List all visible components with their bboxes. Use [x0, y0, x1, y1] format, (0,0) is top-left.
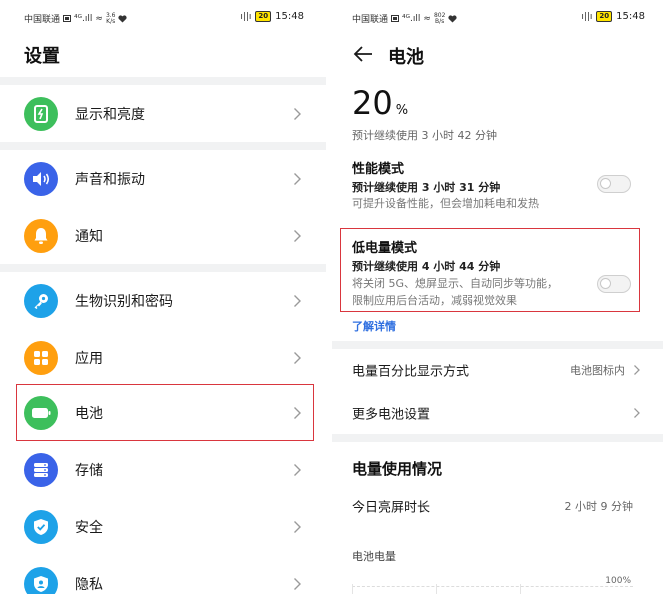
status-bar: 中国联通 ⁴ᴳ.ıll ≈ 802 B/s ı||ı 20 15:48: [332, 0, 663, 34]
network-speed: 3.6 K/s: [105, 11, 116, 25]
remaining-time: 预计继续使用 3 小时 42 分钟: [352, 129, 497, 142]
chevron-right-icon: [294, 172, 301, 185]
toggle-knob: [600, 178, 611, 189]
chart-gridline: [352, 584, 353, 594]
chevron-right-icon: [294, 463, 301, 476]
percentage-display-row[interactable]: 电量百分比显示方式 电池图标内: [332, 348, 663, 392]
percentage-display-value: 电池图标内: [570, 364, 625, 377]
more-battery-settings-label: 更多电池设置: [352, 407, 431, 423]
performance-mode-title: 性能模式: [352, 162, 405, 177]
settings-item-label: 安全: [75, 519, 103, 536]
settings-item-label: 应用: [75, 350, 103, 367]
vibrate-icon: ı||ı: [240, 11, 252, 22]
page-title: 设置: [24, 46, 60, 67]
group-separator: [332, 434, 663, 442]
performance-mode-toggle[interactable]: [597, 175, 631, 193]
chart-gridline: [436, 584, 437, 594]
bell-icon: [24, 218, 58, 253]
status-bar: 中国联通 ⁴ᴳ.ıll ≈ 3.6 K/s ı||ı 20 15:48: [0, 0, 326, 34]
shield-check-icon: [24, 509, 58, 544]
chart-gridline: [520, 584, 521, 594]
settings-item-notification[interactable]: 通知: [0, 207, 326, 264]
wifi-icon: ≈: [423, 13, 431, 24]
sim-icon: [391, 15, 400, 22]
clock: 15:48: [275, 11, 304, 22]
chevron-right-icon: [294, 577, 301, 590]
chevron-right-icon: [294, 294, 301, 307]
group-separator: [0, 142, 326, 150]
screen-on-time-value: 2 小时 9 分钟: [564, 500, 634, 513]
settings-item-label: 显示和亮度: [75, 106, 145, 123]
low-power-highlight-box: [340, 228, 640, 312]
screen-on-time-row: 今日亮屏时长 2 小时 9 分钟: [332, 484, 663, 528]
settings-item-sound[interactable]: 声音和振动: [0, 150, 326, 207]
screen-on-time-label: 今日亮屏时长: [352, 500, 431, 516]
settings-screen: 中国联通 ⁴ᴳ.ıll ≈ 3.6 K/s ı||ı 20 15:48 设置 显…: [0, 0, 326, 594]
key-icon: [24, 283, 58, 318]
battery-indicator: 20: [255, 11, 272, 22]
heart-icon: [118, 14, 128, 23]
clock: 15:48: [616, 11, 645, 22]
settings-item-label: 存储: [75, 462, 103, 479]
chevron-right-icon: [294, 229, 301, 242]
performance-mode-desc: 可提升设备性能，但会增加耗电和发热: [352, 197, 539, 210]
carrier-text: 中国联通: [352, 15, 389, 25]
battery-screen: 中国联通 ⁴ᴳ.ıll ≈ 802 B/s ı||ı 20 15:48 电池 2…: [332, 0, 663, 594]
battery-indicator: 20: [596, 11, 613, 22]
learn-more-link[interactable]: 了解详情: [352, 318, 396, 334]
signal-icon: ⁴ᴳ.ıll: [402, 13, 421, 24]
chart-max-label: 100%: [605, 576, 631, 586]
settings-item-label: 隐私: [75, 576, 103, 593]
battery-highlight-box: [16, 384, 314, 441]
performance-mode-estimate: 预计继续使用 3 小时 31 分钟: [352, 181, 501, 194]
carrier-text: 中国联通: [24, 15, 61, 25]
chevron-right-icon: [634, 365, 640, 375]
storage-icon: [24, 452, 58, 487]
chevron-right-icon: [294, 107, 301, 120]
page-title: 电池: [388, 47, 424, 68]
apps-grid-icon: [24, 340, 58, 375]
signal-icon: ⁴ᴳ.ıll: [74, 13, 93, 24]
battery-level-chart: [352, 586, 633, 594]
settings-item-label: 通知: [75, 228, 103, 245]
settings-item-biometric[interactable]: 生物识别和密码: [0, 272, 326, 329]
percentage-display-label: 电量百分比显示方式: [352, 364, 470, 380]
speaker-icon: [24, 161, 58, 196]
settings-item-security[interactable]: 安全: [0, 498, 326, 555]
chevron-right-icon: [294, 351, 301, 364]
heart-icon: [448, 14, 457, 23]
settings-item-display[interactable]: 显示和亮度: [0, 85, 326, 142]
back-arrow-icon[interactable]: [352, 43, 374, 65]
settings-item-label: 生物识别和密码: [75, 293, 173, 310]
group-separator: [0, 264, 326, 272]
network-speed: 802 B/s: [433, 11, 446, 25]
chevron-right-icon: [634, 408, 640, 418]
more-battery-settings-row[interactable]: 更多电池设置: [332, 391, 663, 435]
display-brightness-icon: [24, 96, 58, 131]
battery-level-chart-label: 电池电量: [352, 550, 396, 563]
usage-title: 电量使用情况: [352, 460, 443, 478]
privacy-shield-icon: [24, 566, 58, 594]
battery-percentage: 20%: [352, 84, 409, 122]
group-separator: [0, 77, 326, 85]
settings-item-apps[interactable]: 应用: [0, 329, 326, 386]
settings-item-label: 声音和振动: [75, 171, 145, 188]
sim-icon: [63, 15, 72, 22]
chevron-right-icon: [294, 520, 301, 533]
wifi-icon: ≈: [95, 13, 103, 24]
settings-item-storage[interactable]: 存储: [0, 441, 326, 498]
settings-item-privacy[interactable]: 隐私: [0, 555, 326, 594]
vibrate-icon: ı||ı: [581, 11, 593, 22]
